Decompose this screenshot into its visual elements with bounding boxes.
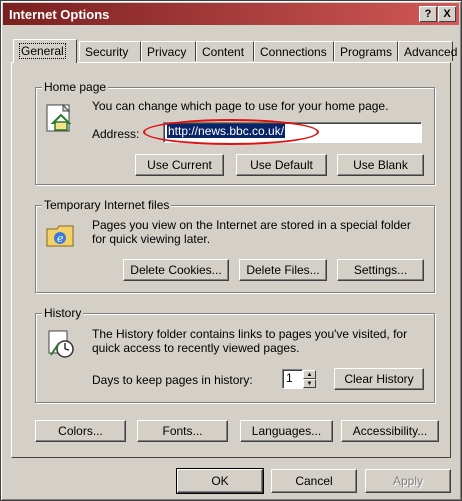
home-page-description: You can change which page to use for you…: [92, 99, 389, 113]
tab-general[interactable]: General: [13, 39, 77, 63]
delete-cookies-button[interactable]: Delete Cookies...: [123, 259, 229, 281]
tab-connections[interactable]: Connections: [254, 41, 334, 61]
address-label: Address:: [92, 127, 140, 141]
home-page-icon: [46, 103, 72, 132]
ok-button[interactable]: OK: [177, 469, 263, 493]
settings-button[interactable]: Settings...: [337, 259, 424, 281]
use-default-button[interactable]: Use Default: [236, 154, 327, 176]
cancel-button[interactable]: Cancel: [271, 469, 357, 493]
apply-button[interactable]: Apply: [365, 469, 451, 493]
days-label: Days to keep pages in history:: [92, 373, 253, 387]
days-spinner[interactable]: ▲ ▼: [303, 370, 316, 388]
spin-down-icon[interactable]: ▼: [303, 379, 316, 388]
address-value: http://news.bbc.co.uk/: [167, 124, 286, 138]
close-button[interactable]: X: [438, 6, 456, 22]
tab-security[interactable]: Security: [79, 41, 141, 61]
history-description-line1: The History folder contains links to pag…: [92, 327, 408, 341]
fonts-button[interactable]: Fonts...: [137, 420, 228, 442]
tab-strip: General Security Privacy Content Connect…: [13, 39, 457, 63]
use-blank-button[interactable]: Use Blank: [337, 154, 424, 176]
tab-programs[interactable]: Programs: [334, 41, 398, 61]
internet-explorer-folder-icon: e: [46, 225, 74, 247]
temp-files-description-line1: Pages you view on the Internet are store…: [92, 218, 411, 232]
history-legend: History: [42, 306, 84, 320]
help-button[interactable]: ?: [419, 6, 437, 22]
window-title: Internet Options: [9, 7, 110, 22]
days-input[interactable]: 1: [282, 369, 303, 389]
tab-privacy[interactable]: Privacy: [141, 41, 196, 61]
history-clock-icon: [48, 330, 74, 358]
colors-button[interactable]: Colors...: [35, 420, 126, 442]
history-description-line2: quick access to recently viewed pages.: [92, 341, 300, 355]
use-current-button[interactable]: Use Current: [135, 154, 224, 176]
svg-text:e: e: [57, 232, 64, 245]
accessibility-button[interactable]: Accessibility...: [341, 420, 439, 442]
temp-files-legend: Temporary Internet files: [42, 198, 172, 212]
address-input[interactable]: http://news.bbc.co.uk/: [163, 122, 422, 143]
home-page-legend: Home page: [42, 80, 109, 94]
internet-options-window: Internet Options ? X General Security Pr…: [0, 0, 462, 501]
clear-history-button[interactable]: Clear History: [334, 368, 424, 390]
tab-content[interactable]: Content: [196, 41, 254, 61]
tab-advanced[interactable]: Advanced: [398, 41, 457, 61]
languages-button[interactable]: Languages...: [240, 420, 333, 442]
title-bar[interactable]: Internet Options ? X: [3, 3, 459, 25]
spin-up-icon[interactable]: ▲: [303, 370, 316, 379]
temp-files-description-line2: for quick viewing later.: [92, 232, 211, 246]
delete-files-button[interactable]: Delete Files...: [239, 259, 327, 281]
